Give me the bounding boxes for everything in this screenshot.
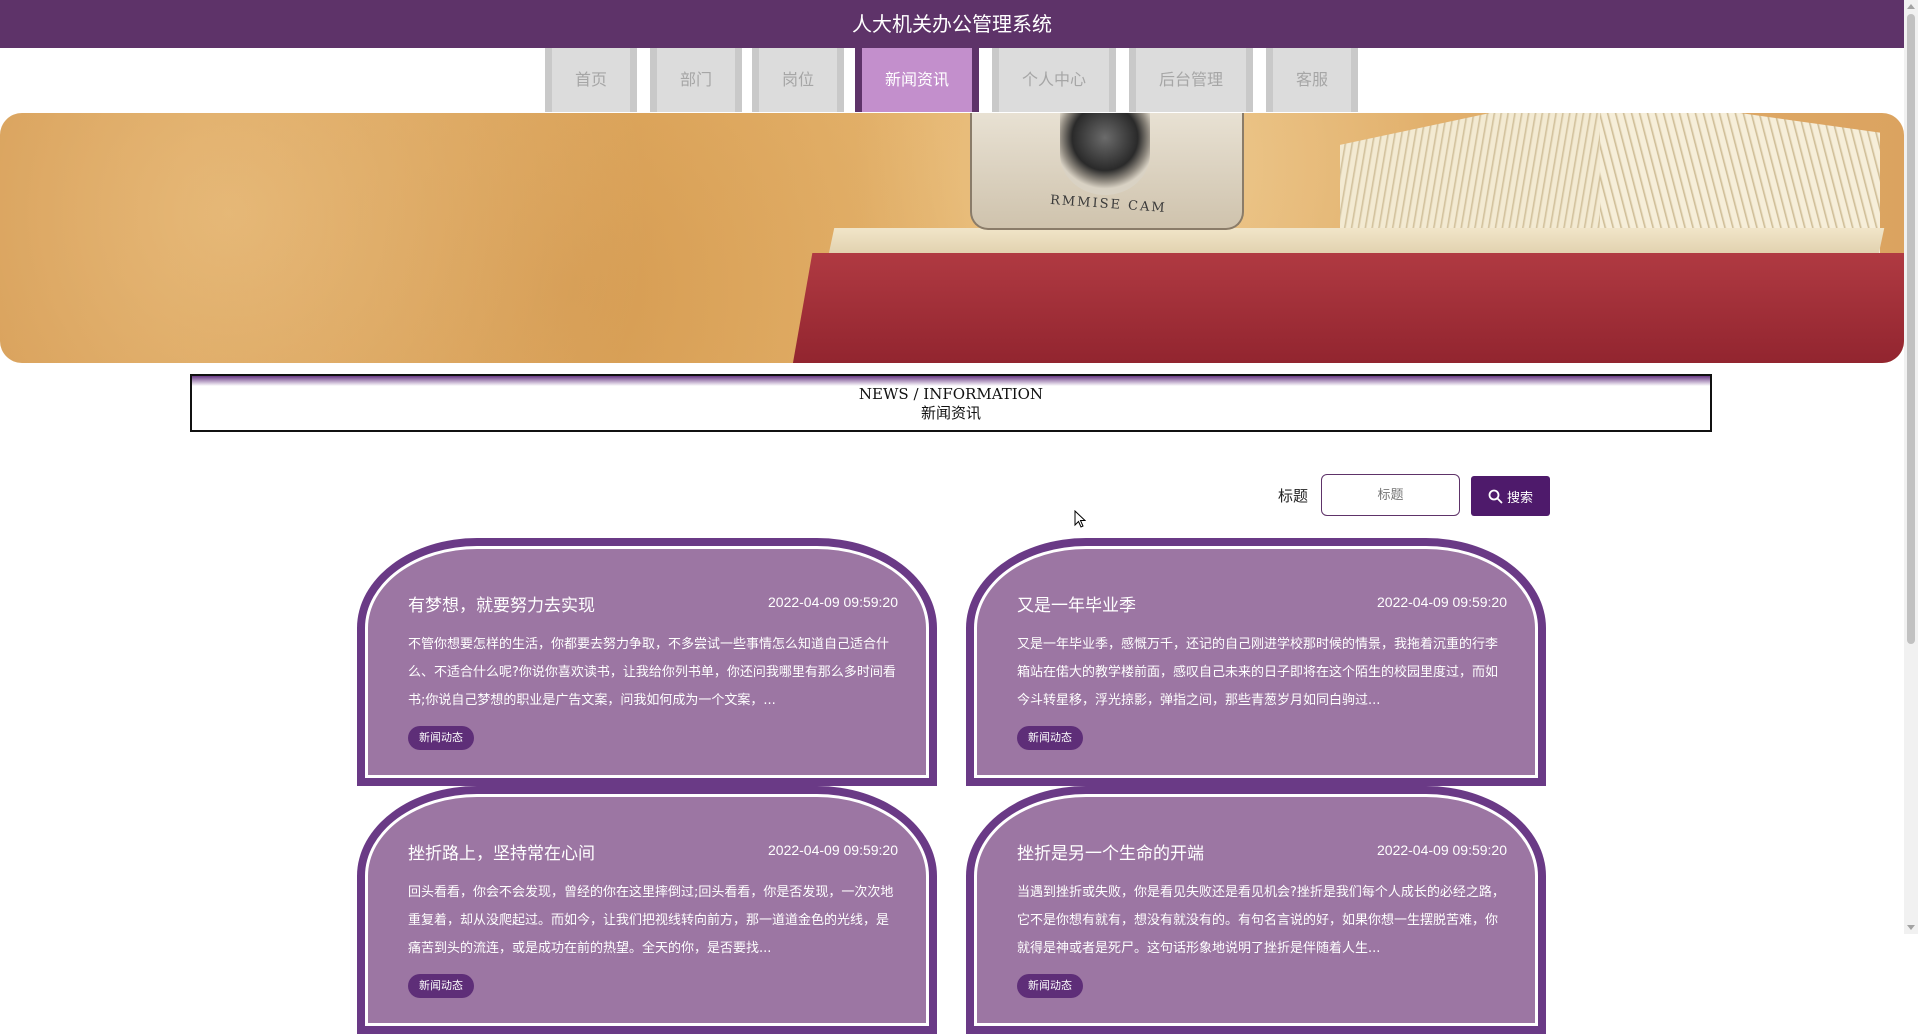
news-card[interactable]: 有梦想，就要努力去实现 2022-04-09 09:59:20 不管你想要怎样的… xyxy=(357,538,937,786)
news-card-summary: 回头看看，你会不会发现，曾经的你在这里摔倒过;回头看看，你是否发现，一次次地重复… xyxy=(408,885,894,956)
news-card[interactable]: 又是一年毕业季 2022-04-09 09:59:20 又是一年毕业季，感慨万千… xyxy=(966,538,1546,786)
search-input[interactable] xyxy=(1321,474,1460,516)
search-button-label: 搜索 xyxy=(1506,490,1533,506)
news-card-tag[interactable]: 新闻动态 xyxy=(408,974,474,998)
nav-item-personal-center[interactable]: 个人中心 xyxy=(992,48,1116,112)
nav-item-admin[interactable]: 后台管理 xyxy=(1129,48,1253,112)
news-card-tag[interactable]: 新闻动态 xyxy=(1017,726,1083,750)
search-icon xyxy=(1488,489,1503,503)
news-card-date: 2022-04-09 09:59:20 xyxy=(768,842,898,858)
banner-book-stack xyxy=(787,253,1904,363)
news-card[interactable]: 挫折是另一个生命的开端 2022-04-09 09:59:20 当遇到挫折或失败… xyxy=(966,786,1546,1034)
news-card-title[interactable]: 又是一年毕业季 xyxy=(1017,591,1136,616)
news-card-date: 2022-04-09 09:59:20 xyxy=(1377,842,1507,858)
nav-item-home[interactable]: 首页 xyxy=(545,48,637,112)
news-card-title[interactable]: 有梦想，就要努力去实现 xyxy=(408,591,595,616)
scroll-down-arrow-icon[interactable] xyxy=(1907,925,1915,930)
news-card-summary: 又是一年毕业季，感慨万千，还记的自己刚进学校那时候的情景，我拖着沉重的行李箱站在… xyxy=(1017,637,1499,708)
nav-item-department[interactable]: 部门 xyxy=(650,48,742,112)
news-card-title[interactable]: 挫折是另一个生命的开端 xyxy=(1017,839,1204,864)
section-title-en: NEWS / INFORMATION xyxy=(858,385,1044,403)
news-card-body: 挫折路上，坚持常在心间 2022-04-09 09:59:20 回头看看，你会不… xyxy=(365,794,929,1026)
news-card-body: 挫折是另一个生命的开端 2022-04-09 09:59:20 当遇到挫折或失败… xyxy=(974,794,1538,1026)
scrollbar-thumb[interactable] xyxy=(1907,14,1915,644)
section-title-cn: 新闻资讯 xyxy=(920,404,981,422)
news-card-tag[interactable]: 新闻动态 xyxy=(408,726,474,750)
app-title: 人大机关办公管理系统 xyxy=(852,12,1052,36)
nav-item-customer-service[interactable]: 客服 xyxy=(1266,48,1358,112)
nav-item-position[interactable]: 岗位 xyxy=(752,48,844,112)
app-title-bar: 人大机关办公管理系统 xyxy=(0,0,1904,48)
search-button[interactable]: 搜索 xyxy=(1471,476,1550,516)
news-card-summary: 当遇到挫折或失败，你是看见失败还是看见机会?挫折是我们每个人成长的必经之路，它不… xyxy=(1017,885,1505,956)
scroll-up-arrow-icon[interactable] xyxy=(1907,4,1915,9)
section-header: NEWS / INFORMATION 新闻资讯 xyxy=(190,374,1712,432)
news-card-body: 又是一年毕业季 2022-04-09 09:59:20 又是一年毕业季，感慨万千… xyxy=(974,546,1538,778)
main-nav: 首页 部门 岗位 新闻资讯 个人中心 后台管理 客服 xyxy=(0,48,1904,112)
news-card-date: 2022-04-09 09:59:20 xyxy=(1377,594,1507,610)
banner-camera-lens xyxy=(1060,113,1150,195)
news-card-body: 有梦想，就要努力去实现 2022-04-09 09:59:20 不管你想要怎样的… xyxy=(365,546,929,778)
news-card-tag[interactable]: 新闻动态 xyxy=(1017,974,1083,998)
nav-item-news[interactable]: 新闻资讯 xyxy=(855,48,979,112)
news-card-summary: 不管你想要怎样的生活，你都要去努力争取，不多尝试一些事情怎么知道自己适合什么、不… xyxy=(408,637,896,708)
news-card-date: 2022-04-09 09:59:20 xyxy=(768,594,898,610)
mouse-cursor-icon xyxy=(1074,510,1086,528)
search-label: 标题 xyxy=(1278,487,1309,505)
page-scrollbar[interactable] xyxy=(1904,0,1918,934)
news-card[interactable]: 挫折路上，坚持常在心间 2022-04-09 09:59:20 回头看看，你会不… xyxy=(357,786,937,1034)
banner-image: RMMISE CAM xyxy=(0,113,1904,363)
news-card-title[interactable]: 挫折路上，坚持常在心间 xyxy=(408,839,595,864)
